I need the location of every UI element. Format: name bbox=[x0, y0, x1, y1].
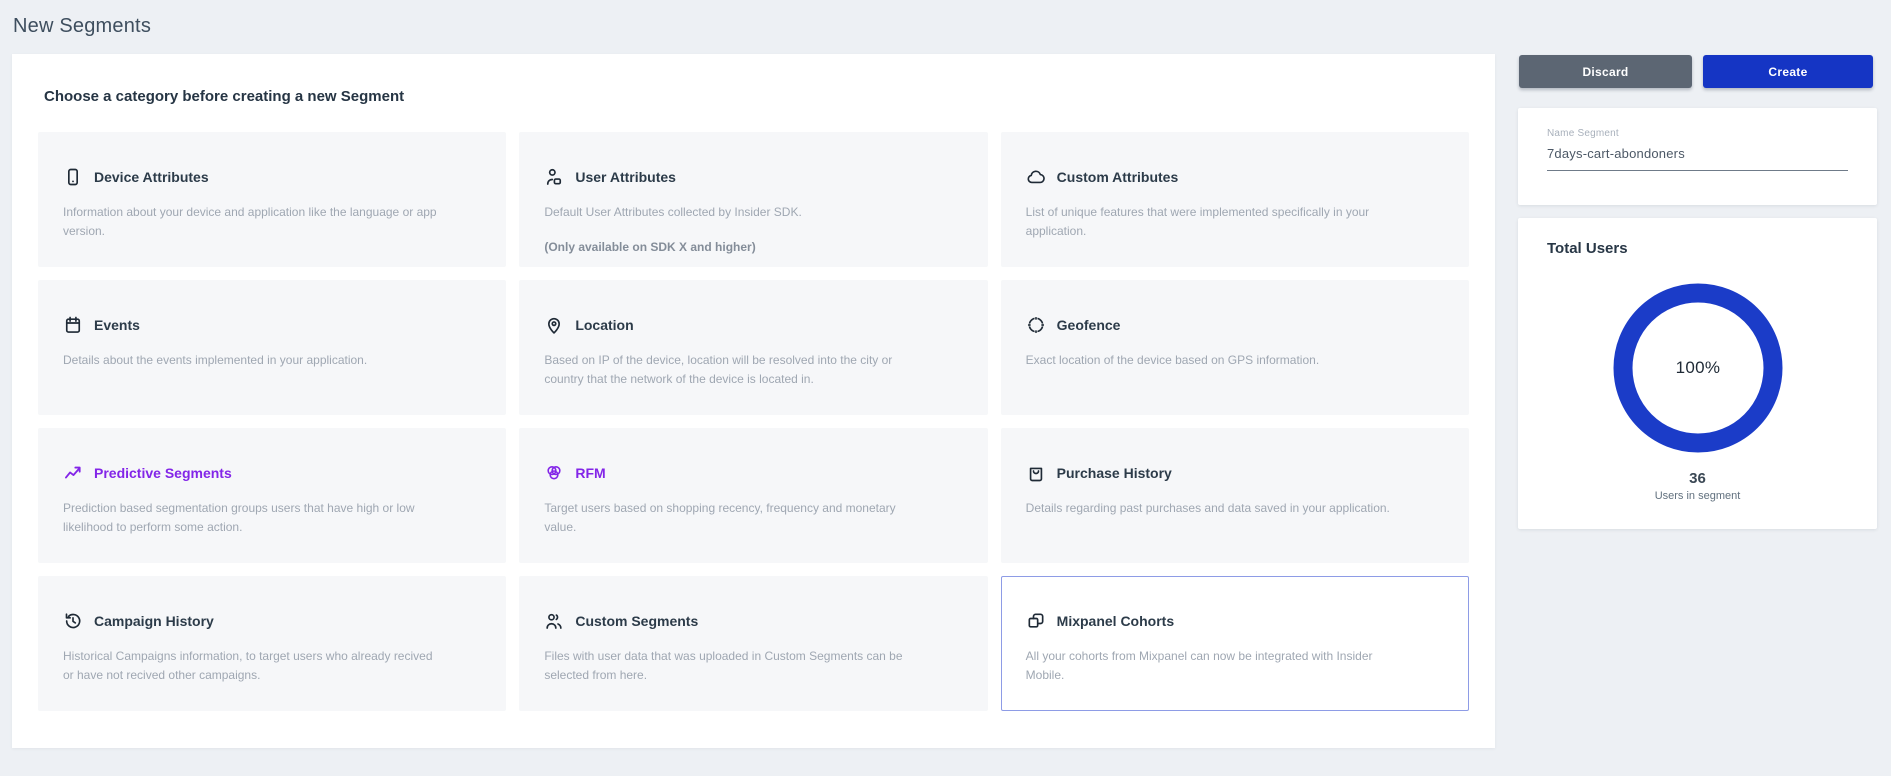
total-users-heading: Total Users bbox=[1547, 240, 1628, 257]
shopping-bag-icon bbox=[1026, 463, 1046, 483]
category-card-custom-segments[interactable]: Custom Segments Files with user data tha… bbox=[519, 576, 987, 711]
category-card-title: Geofence bbox=[1057, 317, 1121, 333]
trend-arrow-icon bbox=[63, 463, 83, 483]
category-card-description: Historical Campaigns information, to tar… bbox=[63, 647, 444, 685]
create-button[interactable]: Create bbox=[1703, 55, 1873, 88]
category-grid: Device Attributes Information about your… bbox=[38, 132, 1469, 711]
users-icon bbox=[544, 611, 564, 631]
cloud-icon bbox=[1026, 167, 1046, 187]
category-card-title: Predictive Segments bbox=[94, 465, 232, 481]
category-card-user-attributes[interactable]: User Attributes Default User Attributes … bbox=[519, 132, 987, 267]
category-card-description-note: (Only available on SDK X and higher) bbox=[544, 238, 925, 257]
calendar-icon bbox=[63, 315, 83, 335]
discard-button[interactable]: Discard bbox=[1519, 55, 1692, 88]
category-card-description: Based on IP of the device, location will… bbox=[544, 351, 925, 389]
category-card-predictive-segments[interactable]: Predictive Segments Prediction based seg… bbox=[38, 428, 506, 563]
link-squares-icon bbox=[1026, 611, 1046, 631]
total-users-card: Total Users 100% 36 Users in segment bbox=[1518, 218, 1877, 529]
category-card-title: RFM bbox=[575, 465, 605, 481]
category-card-title: Custom Attributes bbox=[1057, 169, 1179, 185]
page-title: New Segments bbox=[13, 15, 151, 38]
category-card-description: Details regarding past purchases and dat… bbox=[1026, 499, 1407, 518]
location-pin-icon bbox=[544, 315, 564, 335]
category-card-title: User Attributes bbox=[575, 169, 676, 185]
category-card-title: Device Attributes bbox=[94, 169, 209, 185]
donut-percent-label: 100% bbox=[1612, 282, 1784, 454]
venn-circles-icon bbox=[544, 463, 564, 483]
category-card-mixpanel-cohorts[interactable]: Mixpanel Cohorts All your cohorts from M… bbox=[1001, 576, 1469, 711]
category-card-geofence[interactable]: Geofence Exact location of the device ba… bbox=[1001, 280, 1469, 415]
category-panel: Choose a category before creating a new … bbox=[12, 54, 1495, 748]
name-segment-label: Name Segment bbox=[1547, 128, 1848, 139]
category-card-purchase-history[interactable]: Purchase History Details regarding past … bbox=[1001, 428, 1469, 563]
category-card-rfm[interactable]: RFM Target users based on shopping recen… bbox=[519, 428, 987, 563]
category-card-title: Custom Segments bbox=[575, 613, 698, 629]
category-card-description: Files with user data that was uploaded i… bbox=[544, 647, 925, 685]
category-card-description: Information about your device and applic… bbox=[63, 203, 444, 241]
category-card-device-attributes[interactable]: Device Attributes Information about your… bbox=[38, 132, 506, 267]
category-card-description: List of unique features that were implem… bbox=[1026, 203, 1407, 241]
panel-heading: Choose a category before creating a new … bbox=[44, 88, 404, 105]
geofence-crosshair-icon bbox=[1026, 315, 1046, 335]
users-count: 36 bbox=[1518, 470, 1877, 487]
mobile-icon bbox=[63, 167, 83, 187]
category-card-location[interactable]: Location Based on IP of the device, loca… bbox=[519, 280, 987, 415]
category-card-events[interactable]: Events Details about the events implemen… bbox=[38, 280, 506, 415]
category-card-description: Target users based on shopping recency, … bbox=[544, 499, 925, 537]
category-card-title: Mixpanel Cohorts bbox=[1057, 613, 1174, 629]
category-card-description: Prediction based segmentation groups use… bbox=[63, 499, 444, 537]
category-card-description: Details about the events implemented in … bbox=[63, 351, 444, 370]
history-clock-icon bbox=[63, 611, 83, 631]
user-card-icon bbox=[544, 167, 564, 187]
name-segment-input[interactable] bbox=[1547, 146, 1848, 171]
users-count-caption: Users in segment bbox=[1518, 490, 1877, 502]
category-card-title: Purchase History bbox=[1057, 465, 1172, 481]
category-card-description: Default User Attributes collected by Ins… bbox=[544, 203, 925, 222]
category-card-title: Events bbox=[94, 317, 140, 333]
category-card-description: Exact location of the device based on GP… bbox=[1026, 351, 1407, 370]
total-users-donut-chart: 100% bbox=[1612, 282, 1784, 454]
category-card-title: Campaign History bbox=[94, 613, 214, 629]
category-card-custom-attributes[interactable]: Custom Attributes List of unique feature… bbox=[1001, 132, 1469, 267]
category-card-description: All your cohorts from Mixpanel can now b… bbox=[1026, 647, 1407, 685]
name-segment-card: Name Segment bbox=[1518, 108, 1877, 205]
category-card-title: Location bbox=[575, 317, 633, 333]
category-card-campaign-history[interactable]: Campaign History Historical Campaigns in… bbox=[38, 576, 506, 711]
